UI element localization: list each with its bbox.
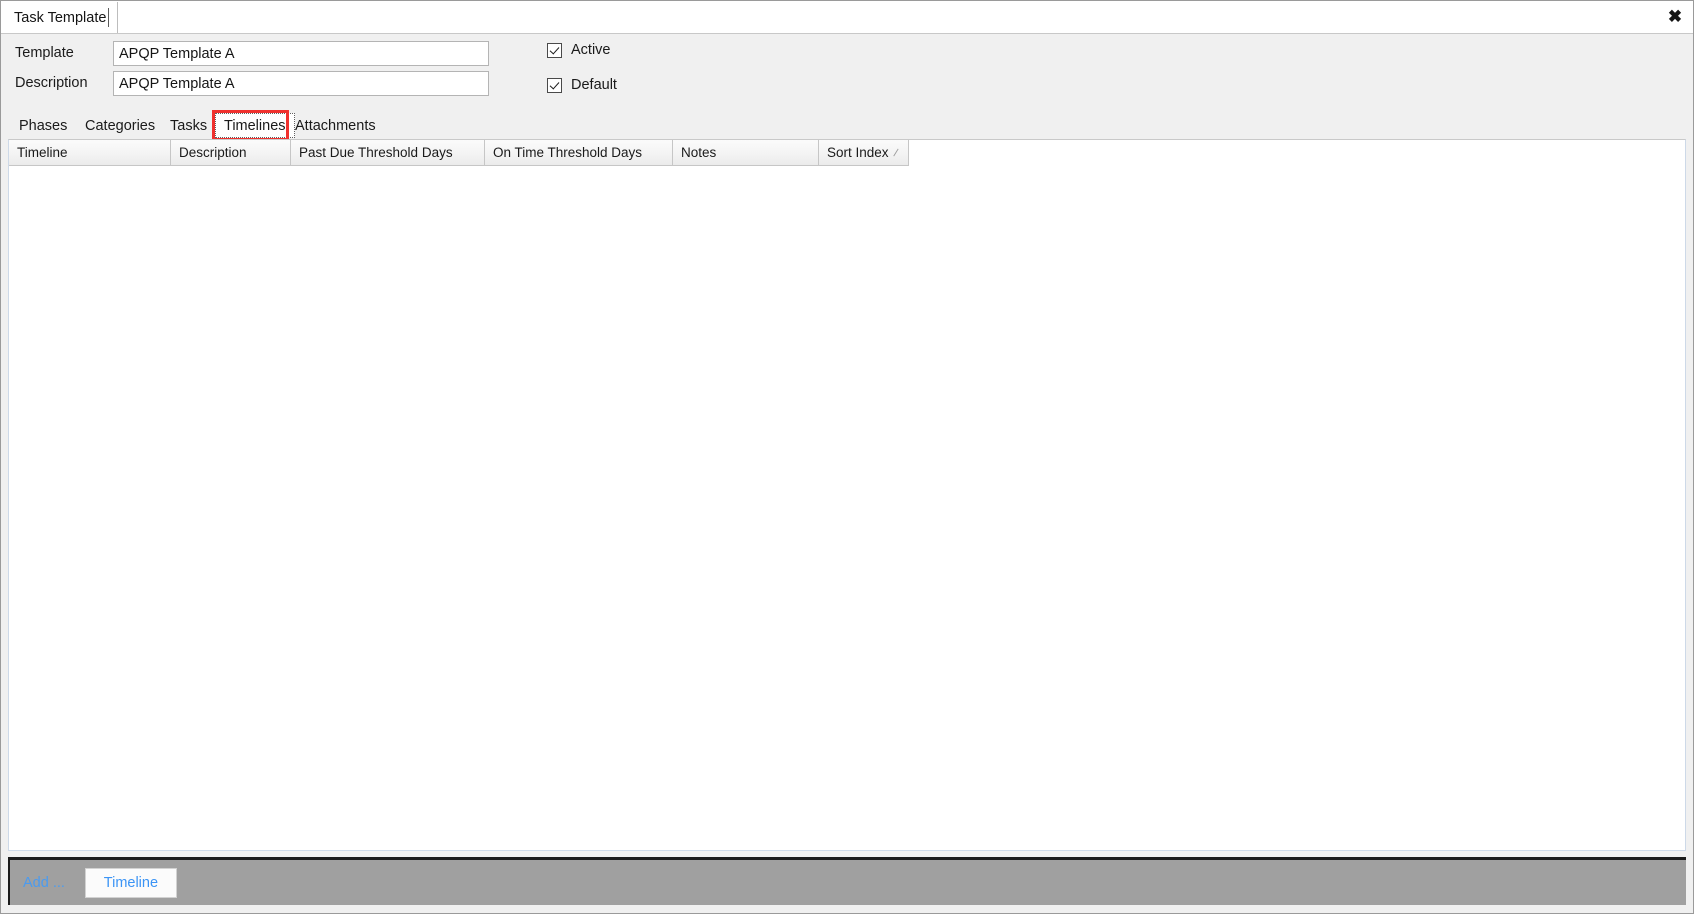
- column-header-notes[interactable]: Notes: [673, 140, 819, 166]
- tab-categories[interactable]: Categories: [77, 113, 163, 138]
- tab-attachments[interactable]: Attachments: [287, 113, 384, 138]
- column-header-past-due-threshold-days[interactable]: Past Due Threshold Days: [291, 140, 485, 166]
- tab-phases-label: Phases: [19, 117, 68, 134]
- task-template-window: Task Template ✖ Template Description Act…: [0, 0, 1694, 914]
- tab-strip: Phases Categories Tasks Timelines Attach…: [2, 110, 1693, 141]
- bottom-action-bar: Add ... Timeline: [8, 857, 1686, 905]
- document-tab-label: Task Template: [14, 9, 107, 26]
- grid-header-row: Timeline Description Past Due Threshold …: [9, 140, 1685, 166]
- tab-phases[interactable]: Phases: [11, 113, 75, 138]
- text-caret: [108, 8, 109, 27]
- active-checkbox-label: Active: [571, 42, 611, 58]
- tab-tasks[interactable]: Tasks: [162, 113, 215, 138]
- add-timeline-button[interactable]: Timeline: [84, 867, 177, 898]
- column-header-past-due-threshold-days-label: Past Due Threshold Days: [299, 145, 453, 160]
- checkbox-checked-icon[interactable]: [547, 42, 562, 58]
- column-header-on-time-threshold-days[interactable]: On Time Threshold Days: [485, 140, 673, 166]
- add-label[interactable]: Add ...: [23, 875, 65, 891]
- description-input[interactable]: [113, 71, 489, 96]
- column-header-description-label: Description: [179, 145, 247, 160]
- template-input[interactable]: [113, 41, 489, 66]
- window-titlebar: Task Template ✖: [1, 1, 1693, 34]
- grid-body-empty[interactable]: [9, 166, 1685, 850]
- tab-tasks-label: Tasks: [170, 117, 208, 134]
- close-icon[interactable]: ✖: [1662, 4, 1688, 28]
- active-checkbox-row[interactable]: Active: [547, 42, 611, 58]
- tab-attachments-label: Attachments: [295, 117, 376, 134]
- column-header-timeline-label: Timeline: [17, 145, 68, 160]
- template-label: Template: [15, 45, 74, 61]
- grid-header-filler: [909, 140, 1685, 166]
- column-header-description[interactable]: Description: [171, 140, 291, 166]
- column-header-sort-index[interactable]: Sort Index: [819, 140, 909, 166]
- column-header-timeline[interactable]: Timeline: [9, 140, 171, 166]
- template-form: Template Description Active Default: [2, 34, 1693, 108]
- tab-timelines-label: Timelines: [224, 117, 286, 134]
- document-tab-task-template[interactable]: Task Template: [2, 2, 119, 33]
- tab-categories-label: Categories: [85, 117, 156, 134]
- description-label: Description: [15, 75, 88, 91]
- default-checkbox-label: Default: [571, 77, 617, 93]
- column-header-notes-label: Notes: [681, 145, 717, 160]
- tab-timelines[interactable]: Timelines: [215, 113, 295, 138]
- sort-ascending-icon: [893, 148, 899, 157]
- column-header-on-time-threshold-days-label: On Time Threshold Days: [493, 145, 643, 160]
- default-checkbox-row[interactable]: Default: [547, 77, 617, 93]
- checkbox-checked-icon[interactable]: [547, 77, 562, 93]
- timelines-grid: Timeline Description Past Due Threshold …: [8, 139, 1686, 851]
- column-header-sort-index-label: Sort Index: [827, 145, 889, 160]
